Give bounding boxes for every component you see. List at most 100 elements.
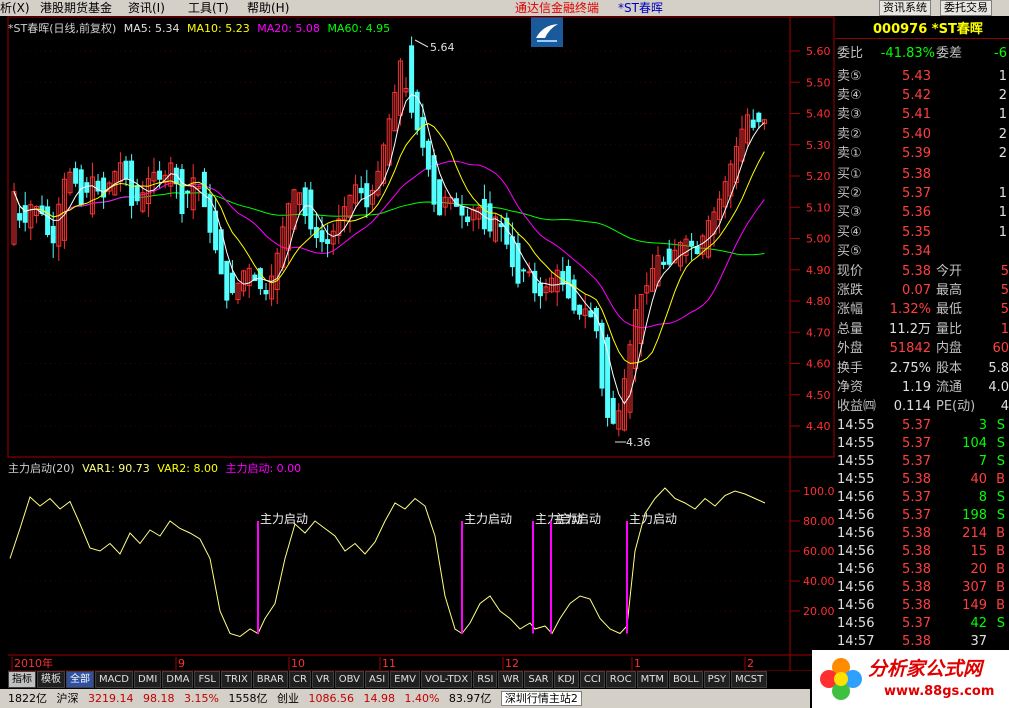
tick-row: 14:56 5.37 8 S — [837, 489, 1009, 507]
tick-direction: B — [996, 472, 1005, 487]
tab-emv[interactable]: EMV — [390, 671, 420, 688]
tab-vol-tdx[interactable]: VOL-TDX — [420, 671, 473, 688]
level-label: 卖④ — [837, 88, 862, 104]
tab-brar[interactable]: BRAR — [252, 671, 288, 688]
price-tick-label: 5.10 — [806, 201, 831, 214]
menu-bar: 析(X) 港股期货基金 资讯(I) 工具(T) 帮助(H) 通达信金融终端 *S… — [0, 0, 1009, 16]
tick-price: 5.38 — [902, 562, 931, 577]
price-tick-label: 4.70 — [806, 326, 831, 339]
status-total: 83.97亿 — [448, 692, 492, 705]
status-index-value: 3219.14 — [88, 692, 134, 705]
tab-模板[interactable]: 模板 — [37, 671, 65, 688]
info-system-button[interactable]: 资讯系统 — [879, 0, 931, 16]
candle-body — [308, 189, 314, 230]
level-label: 买① — [837, 167, 862, 182]
tick-direction: S — [996, 508, 1005, 523]
tick-price: 5.38 — [902, 598, 931, 613]
tab-obv[interactable]: OBV — [334, 671, 364, 688]
window-stock-title: *ST春晖 — [618, 1, 663, 15]
time-tick-label: 12 — [505, 657, 519, 670]
candlesticks — [11, 36, 767, 437]
candle-body — [319, 230, 325, 243]
tick-price: 5.37 — [902, 490, 931, 505]
menu-item-tools[interactable]: 工具(T) — [188, 0, 229, 16]
status-server[interactable]: 深圳行情主站2 — [500, 691, 582, 706]
tab-kdj[interactable]: KDJ — [553, 671, 579, 688]
menu-item-hk-futures[interactable]: 港股期货基金 — [40, 0, 112, 16]
tick-row: 14:56 5.38 307 B — [837, 579, 1009, 597]
menu-item-info[interactable]: 资讯(I) — [128, 0, 165, 16]
tab-macd[interactable]: MACD — [95, 671, 133, 688]
tab-全部[interactable]: 全部 — [66, 671, 94, 688]
tab-roc[interactable]: ROC — [605, 671, 636, 688]
tab-dmi[interactable]: DMI — [133, 671, 162, 688]
stat-value: 51842 — [889, 340, 931, 356]
tick-volume: 15 — [970, 544, 987, 559]
low-price-label: 4.36 — [626, 436, 651, 449]
indicator-legend: 主力启动(20) VAR1: 90.73 VAR2: 8.00 主力启动: 0.… — [8, 460, 301, 476]
tab-rsi[interactable]: RSI — [473, 671, 498, 688]
time-tick-label: 2010年 — [14, 656, 53, 670]
var2-value: VAR2: 8.00 — [157, 462, 218, 475]
tick-price: 5.38 — [902, 526, 931, 541]
tab-fsl[interactable]: FSL — [194, 671, 220, 688]
tab-dma[interactable]: DMA — [162, 671, 194, 688]
candle-body — [17, 213, 23, 221]
indicator-axis: 100.00 80.00 60.00 40.00 20.00 — [803, 485, 835, 618]
menu-item-analysis[interactable]: 析(X) — [0, 0, 30, 16]
high-price-label: 5.64 — [430, 41, 455, 54]
tick-time: 14:55 — [837, 472, 875, 487]
stat-row: 涨幅 1.32% 最低 5 — [837, 301, 1009, 319]
candle-body — [325, 239, 331, 244]
stat-label2: 量比 — [936, 321, 963, 337]
tab-指标[interactable]: 指标 — [8, 671, 36, 688]
tick-volume: 214 — [962, 526, 987, 541]
sell-level-row: 卖② 5.40 2 — [837, 126, 1007, 144]
tab-mcst[interactable]: MCST — [731, 671, 768, 688]
tab-boll[interactable]: BOLL — [668, 671, 703, 688]
tab-cr[interactable]: CR — [289, 671, 311, 688]
tab-sar[interactable]: SAR — [524, 671, 553, 688]
stat-label: 现价 — [837, 264, 864, 279]
trade-button[interactable]: 委托交易 — [940, 0, 992, 16]
stat-label2: 今开 — [936, 264, 963, 279]
stat-row: 外盘 51842 内盘 60 — [837, 340, 1009, 358]
var1-path — [9, 487, 766, 638]
level-price: 5.36 — [902, 205, 931, 221]
stat-value2: 5 — [1000, 264, 1009, 279]
level-volume: 1 — [998, 186, 1007, 202]
level-label: 买⑤ — [837, 243, 862, 259]
tab-mtm[interactable]: MTM — [636, 671, 668, 688]
candle-body — [465, 216, 471, 223]
sell-level-row: 卖③ 5.41 1 — [837, 106, 1007, 124]
candle-body — [358, 187, 364, 194]
status-cy-change: 14.98 — [363, 692, 395, 705]
tick-volume: 40 — [970, 472, 987, 487]
tick-direction: S — [996, 436, 1005, 451]
indicator-name: 主力启动(20) — [8, 462, 75, 475]
stat-value: 5.38 — [902, 264, 931, 279]
tick-time: 14:56 — [837, 580, 875, 595]
price-tick-label: 5.20 — [806, 170, 831, 183]
indicator-tick-label: 20.00 — [803, 605, 835, 618]
candle-body — [481, 198, 487, 230]
stat-label2: 最高 — [936, 283, 963, 299]
status-cy-name: 创业 — [276, 692, 299, 705]
tab-cci[interactable]: CCI — [579, 671, 605, 688]
tab-vr[interactable]: VR — [311, 671, 334, 688]
tick-price: 5.37 — [902, 454, 931, 469]
tick-row: 14:56 5.37 198 S — [837, 507, 1009, 525]
buy-level-row: 买③ 5.36 1 — [837, 204, 1007, 222]
tick-row: 14:55 5.37 7 S — [837, 453, 1009, 471]
tab-wr[interactable]: WR — [498, 671, 524, 688]
tab-trix[interactable]: TRIX — [220, 671, 252, 688]
status-cy-value: 1086.56 — [308, 692, 354, 705]
time-tick-label: 10 — [291, 657, 305, 670]
tab-psy[interactable]: PSY — [703, 671, 731, 688]
tick-price: 5.38 — [902, 580, 931, 595]
tick-price: 5.37 — [902, 508, 931, 523]
tab-asi[interactable]: ASI — [365, 671, 390, 688]
ma5-value: MA5: 5.34 — [123, 22, 180, 35]
menu-item-help[interactable]: 帮助(H) — [247, 0, 289, 16]
level-volume: 1 — [998, 107, 1007, 123]
